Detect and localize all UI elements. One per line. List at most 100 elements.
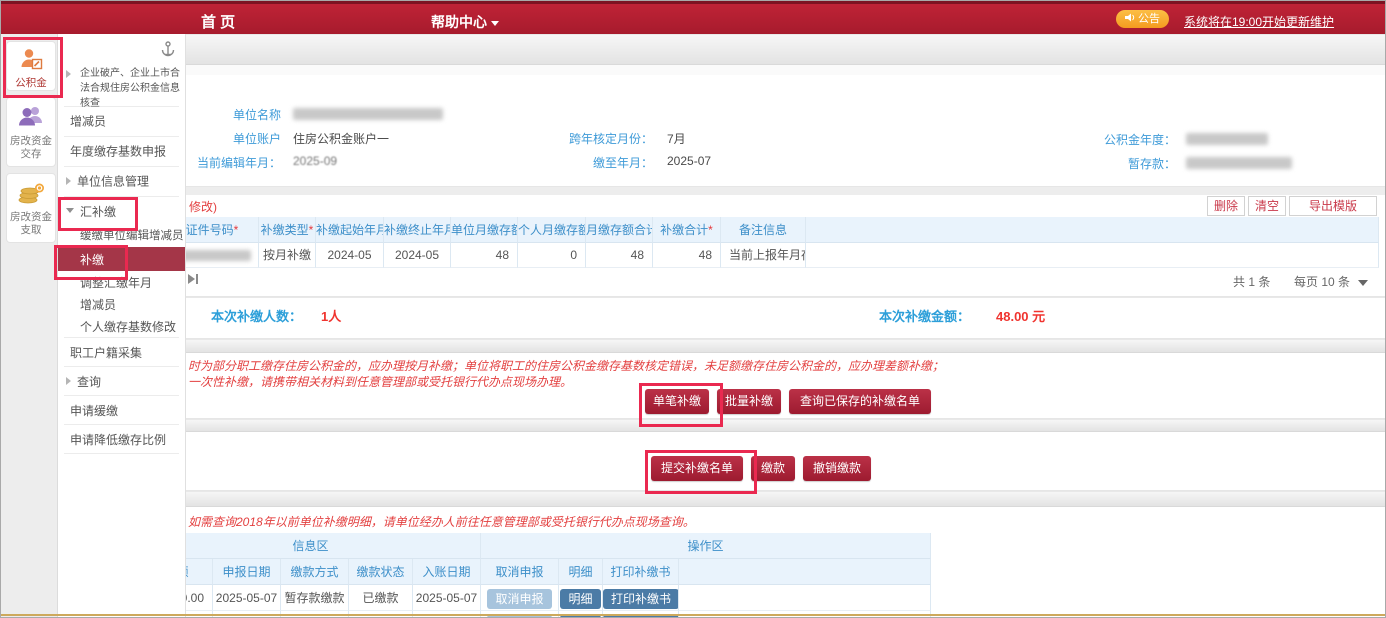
module-fund[interactable]: 公积金 (6, 41, 56, 91)
col-header-declare-date: 申报日期 (213, 559, 281, 585)
coins-icon (7, 174, 55, 211)
history-table: 信息区 操作区 金额 申报日期 缴款方式 缴款状态 入账日期 取消申报 明细 打… (141, 533, 931, 618)
sidebar-item-apply-defer[interactable]: 申请缓缴 (58, 396, 185, 424)
col-header-monthly-total: 月缴存额合计* (586, 217, 653, 243)
people-icon (7, 98, 55, 135)
pay-button[interactable]: 缴款 (751, 456, 795, 481)
supplement-table-header-row: 证件号码* 补缴类型* 补缴起始年月* 补缴终止年月* 单位月缴存额* 个人月缴… (166, 217, 1379, 243)
cell-declare-date: 2025-05-07 (213, 585, 281, 611)
col-header-status: 缴款状态 (349, 559, 413, 585)
cell-remark: 当前上报年月存… (721, 243, 806, 268)
cell-monthly-total: 48 (586, 243, 653, 268)
sidebar-item-supplement[interactable]: 补缴 (58, 247, 185, 271)
query-saved-list-button[interactable]: 查询已保存的补缴名单 (789, 389, 931, 414)
cell-detail: 明细 (559, 585, 603, 611)
section-band (142, 339, 1385, 353)
submit-supplement-list-button[interactable]: 提交补缴名单 (651, 456, 743, 481)
col-header-filler (679, 559, 931, 585)
bottom-edge-line (1, 614, 1386, 616)
history-group-header-row: 信息区 操作区 (141, 533, 931, 559)
section-divider (142, 187, 1385, 195)
col-header-entry-date: 入账日期 (413, 559, 481, 585)
cell-filler (806, 243, 1379, 268)
history-row: 0.00 2025-05-07 暂存款缴款 已缴款 2025-05-07 取消申… (141, 585, 931, 611)
announcement-badge: 公告 (1116, 10, 1169, 28)
sidebar-item-enterprise-check[interactable]: 企业破产、企业上市合法合规住房公积金信息核查 (58, 62, 185, 106)
sidebar-item-household-collect[interactable]: 职工户籍采集 (58, 338, 185, 366)
section-gap (142, 65, 1385, 75)
cell-entry-date: 2025-05-07 (413, 585, 481, 611)
delete-button[interactable]: 删除 (1207, 196, 1245, 216)
clear-button[interactable]: 清空 (1248, 196, 1286, 216)
col-header-print: 打印补缴书 (603, 559, 679, 585)
col-header-type: 补缴类型* (259, 217, 316, 243)
sidebar-item-adjust-month[interactable]: 调整汇缴年月 (58, 271, 185, 293)
sidebar-item-add-remove[interactable]: 增减员 (58, 107, 185, 136)
chevron-right-icon (66, 377, 71, 385)
field-value-unit-account: 住房公积金账户一 (293, 130, 389, 147)
topbar: 首 页 帮助中心 公告 系统将在19:00开始更新维护 (1, 1, 1386, 34)
field-label-temp-deposit: 暂存款： (1041, 155, 1176, 172)
col-header-cancel: 取消申报 (481, 559, 559, 585)
section-band (142, 419, 1385, 432)
single-supplement-button[interactable]: 单笔补缴 (645, 389, 709, 414)
batch-supplement-button[interactable]: 批量补缴 (717, 389, 781, 414)
cell-cancel: 取消申报 (481, 585, 559, 611)
anchor-collapse-icon[interactable] (161, 41, 175, 62)
page-size-select[interactable]: 每页 10 条 (1294, 273, 1368, 290)
sidebar-item-query[interactable]: 查询 (58, 367, 185, 395)
col-header-remark: 备注信息 (721, 217, 806, 243)
nav-help-center[interactable]: 帮助中心 (431, 12, 499, 32)
sidebar-item-remit-supplement[interactable]: 汇补缴 (58, 197, 185, 225)
col-header-start: 补缴起始年月* (316, 217, 384, 243)
sidebar-item-personal-base-edit[interactable]: 个人缴存基数修改 (58, 315, 185, 337)
last-page-icon[interactable] (187, 272, 199, 290)
cell-type: 按月补缴 (259, 243, 316, 268)
app-window: 单位名称 单位账户 住房公积金账户一 当前编辑年月： 2025-09 跨年核定月… (0, 0, 1386, 618)
cell-print: 打印补缴书 (603, 585, 679, 611)
divider (64, 453, 179, 454)
sidebar-header (58, 34, 185, 62)
maintenance-notice-link[interactable]: 系统将在19:00开始更新维护 (1184, 13, 1334, 30)
col-header-method: 缴款方式 (281, 559, 349, 585)
chevron-right-icon (66, 177, 71, 185)
supplement-table-row[interactable]: 按月补缴 2024-05 2024-05 48 0 48 48 当前上报年月存… (166, 243, 1379, 268)
sidebar-item-add-remove-2[interactable]: 增减员 (58, 293, 185, 315)
cancel-declare-button[interactable]: 取消申报 (487, 589, 551, 609)
col-header-detail: 明细 (559, 559, 603, 585)
section-band (142, 491, 1385, 507)
col-header-unit-amount: 单位月缴存额* (451, 217, 518, 243)
nav-home[interactable]: 首 页 (201, 11, 235, 32)
cancel-pay-button[interactable]: 撤销缴款 (803, 456, 871, 481)
module-label: 公积金 (7, 77, 55, 94)
sidebar-item-apply-lower-ratio[interactable]: 申请降低缴存比例 (58, 425, 185, 453)
cell-unit-amount: 48 (451, 243, 518, 268)
pagination-total: 共 1 条 (1233, 273, 1270, 290)
module-rail: 公积金 房改资金交存 房改资金支取 (1, 34, 58, 618)
export-template-button[interactable]: 导出模版 (1289, 196, 1377, 216)
required-mark: * (234, 223, 239, 237)
module-housing-deposit[interactable]: 房改资金交存 (6, 97, 56, 167)
summary-amount-label: 本次补缴金额： (879, 306, 970, 325)
redacted-fund-year (1186, 133, 1268, 145)
group-header-info: 信息区 (141, 533, 481, 559)
person-edit-icon (7, 42, 55, 77)
note-line1: 时为部分职工缴存住房公积金的，应办理按月补缴；单位将职工的住房公积金缴存基数核定… (188, 357, 944, 374)
sidebar-item-annual-base[interactable]: 年度缴存基数申报 (58, 137, 185, 166)
module-housing-withdraw[interactable]: 房改资金支取 (6, 173, 56, 243)
field-label-fund-year: 公积金年度： (1041, 131, 1176, 148)
content-toolbar-band (142, 34, 1385, 65)
cell-status: 已缴款 (349, 585, 413, 611)
module-label: 房改资金支取 (7, 211, 55, 241)
chevron-down-icon (66, 208, 74, 213)
sidebar-item-unit-info[interactable]: 单位信息管理 (58, 167, 185, 196)
field-value-paid-to-month: 2025-07 (667, 154, 711, 168)
sidebar-item-defer-edit[interactable]: 缓缴单位编辑增减员 (58, 225, 185, 247)
field-label-cross-year-month: 跨年核定月份： (541, 130, 653, 147)
required-mark: * (309, 223, 314, 237)
group-header-ops: 操作区 (481, 533, 931, 559)
print-supplement-button[interactable]: 打印补缴书 (603, 589, 679, 609)
chevron-down-icon (491, 21, 499, 26)
detail-button[interactable]: 明细 (560, 589, 600, 609)
summary-count-label: 本次补缴人数： (211, 306, 302, 325)
